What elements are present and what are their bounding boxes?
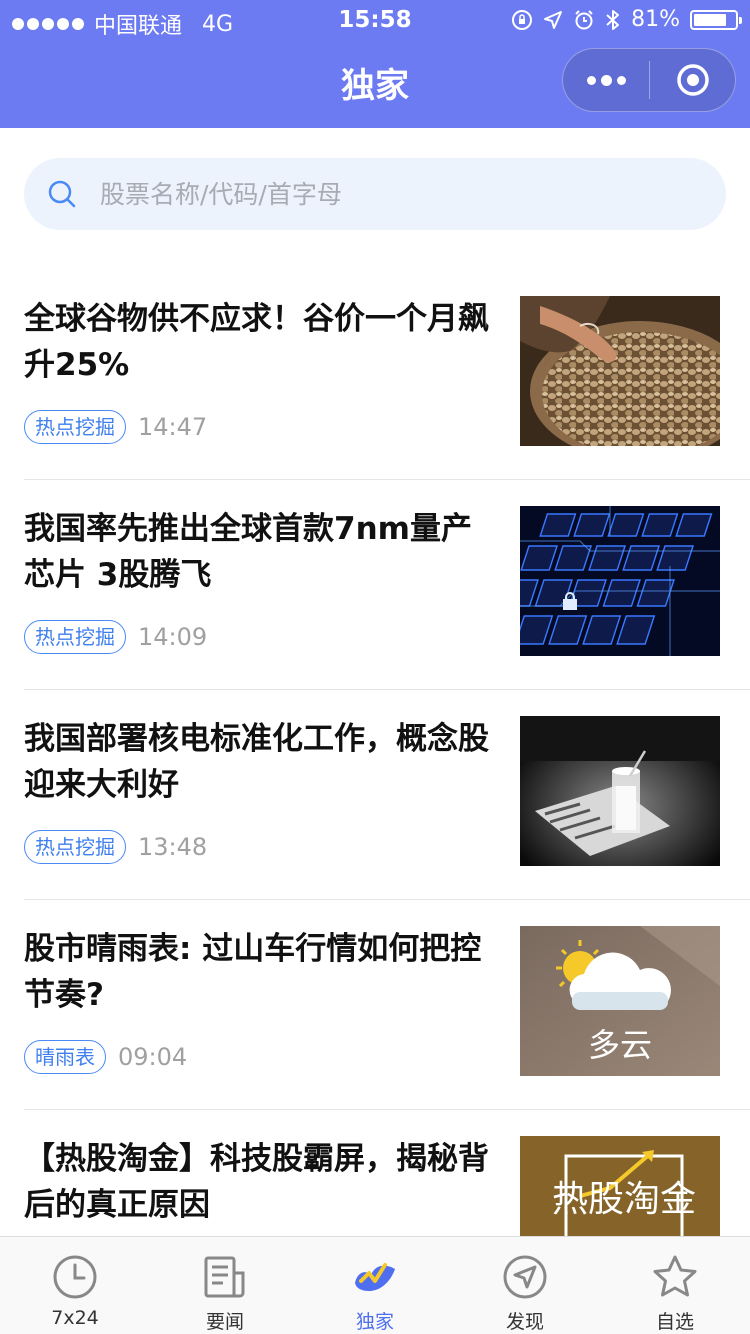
location-icon (544, 10, 563, 29)
more-button[interactable] (563, 49, 649, 111)
tab-discover[interactable]: 发现 (450, 1237, 600, 1334)
exclusive-icon (355, 1263, 395, 1291)
news-item[interactable]: 我国部署核电标准化工作，概念股迎来大利好 热点挖掘 13:48 (24, 690, 750, 900)
search-icon (48, 180, 76, 208)
news-time: 14:47 (138, 413, 208, 441)
star-icon (653, 1255, 697, 1297)
status-right: 81% (511, 7, 742, 32)
news-thumbnail[interactable] (520, 716, 720, 866)
tab-news[interactable]: 要闻 (150, 1237, 300, 1334)
clock-icon (53, 1255, 97, 1299)
battery-percentage: 81% (631, 7, 680, 32)
news-list: 全球谷物供不应求！谷价一个月飙升25% 热点挖掘 14:47 我国率先推出全球首… (0, 270, 750, 1320)
tab-label: 发现 (505, 1311, 544, 1333)
news-title[interactable]: 股市晴雨表: 过山车行情如何把控节奏? (24, 926, 494, 1018)
battery-icon (690, 9, 742, 30)
news-title[interactable]: 全球谷物供不应求！谷价一个月飙升25% (24, 296, 494, 388)
hot-stock-text: 热股淘金 (552, 1179, 696, 1220)
news-tag: 晴雨表 (24, 1040, 106, 1074)
news-icon (204, 1256, 245, 1298)
status-bar: 中国联通 4G 15:58 81% (0, 0, 750, 42)
bluetooth-icon (606, 9, 620, 30)
rotation-lock-icon (512, 9, 533, 30)
news-thumbnail[interactable]: 多云 (520, 926, 720, 1076)
news-item[interactable]: 全球谷物供不应求！谷价一个月飙升25% 热点挖掘 14:47 (24, 270, 750, 480)
search-bar[interactable] (24, 158, 726, 230)
tab-exclusive[interactable]: 独家 (300, 1237, 450, 1334)
news-item[interactable]: 我国率先推出全球首款7nm量产芯片 3股腾飞 热点挖掘 14:09 (24, 480, 750, 690)
tab-watchlist[interactable]: 自选 (600, 1237, 750, 1334)
mini-program-capsule (562, 48, 736, 112)
tab-label: 要闻 (205, 1311, 244, 1333)
tab-7x24[interactable]: 7x24 (0, 1237, 150, 1334)
news-title[interactable]: 【热股淘金】科技股霸屏，揭秘背后的真正原因 (24, 1136, 494, 1228)
tab-label: 自选 (655, 1311, 694, 1333)
app-header: 中国联通 4G 15:58 81% 独家 (0, 0, 750, 128)
target-close-icon (676, 64, 709, 96)
news-meta: 热点挖掘 13:48 (24, 830, 207, 864)
alarm-icon (575, 9, 593, 29)
news-tag: 热点挖掘 (24, 410, 126, 444)
news-tag: 热点挖掘 (24, 620, 126, 654)
news-thumbnail[interactable] (520, 506, 720, 656)
search-input[interactable] (100, 179, 660, 209)
news-thumbnail[interactable] (520, 296, 720, 446)
news-meta: 晴雨表 09:04 (24, 1040, 187, 1074)
news-time: 14:09 (138, 623, 208, 651)
news-meta: 热点挖掘 14:09 (24, 620, 207, 654)
weather-card: 多云 (520, 926, 720, 1076)
news-item[interactable]: 股市晴雨表: 过山车行情如何把控节奏? 晴雨表 09:04 多云 (24, 900, 750, 1110)
news-time: 09:04 (118, 1043, 188, 1071)
news-meta: 热点挖掘 14:47 (24, 410, 207, 444)
grain-photo (520, 296, 720, 446)
news-time: 13:48 (138, 833, 208, 861)
tab-bar: 7x24 要闻 独家 发现 自选 (0, 1236, 750, 1334)
glass-newspaper-photo (520, 716, 720, 866)
circuit-keyboard-photo (520, 506, 720, 656)
tab-label: 独家 (355, 1311, 394, 1333)
weather-text: 多云 (588, 1026, 652, 1064)
battery-level (694, 13, 727, 26)
news-tag: 热点挖掘 (24, 830, 126, 864)
news-title[interactable]: 我国部署核电标准化工作，概念股迎来大利好 (24, 716, 494, 808)
close-button[interactable] (650, 49, 735, 111)
news-title[interactable]: 我国率先推出全球首款7nm量产芯片 3股腾飞 (24, 506, 494, 598)
compass-icon (503, 1255, 547, 1299)
tab-label: 7x24 (51, 1307, 99, 1329)
